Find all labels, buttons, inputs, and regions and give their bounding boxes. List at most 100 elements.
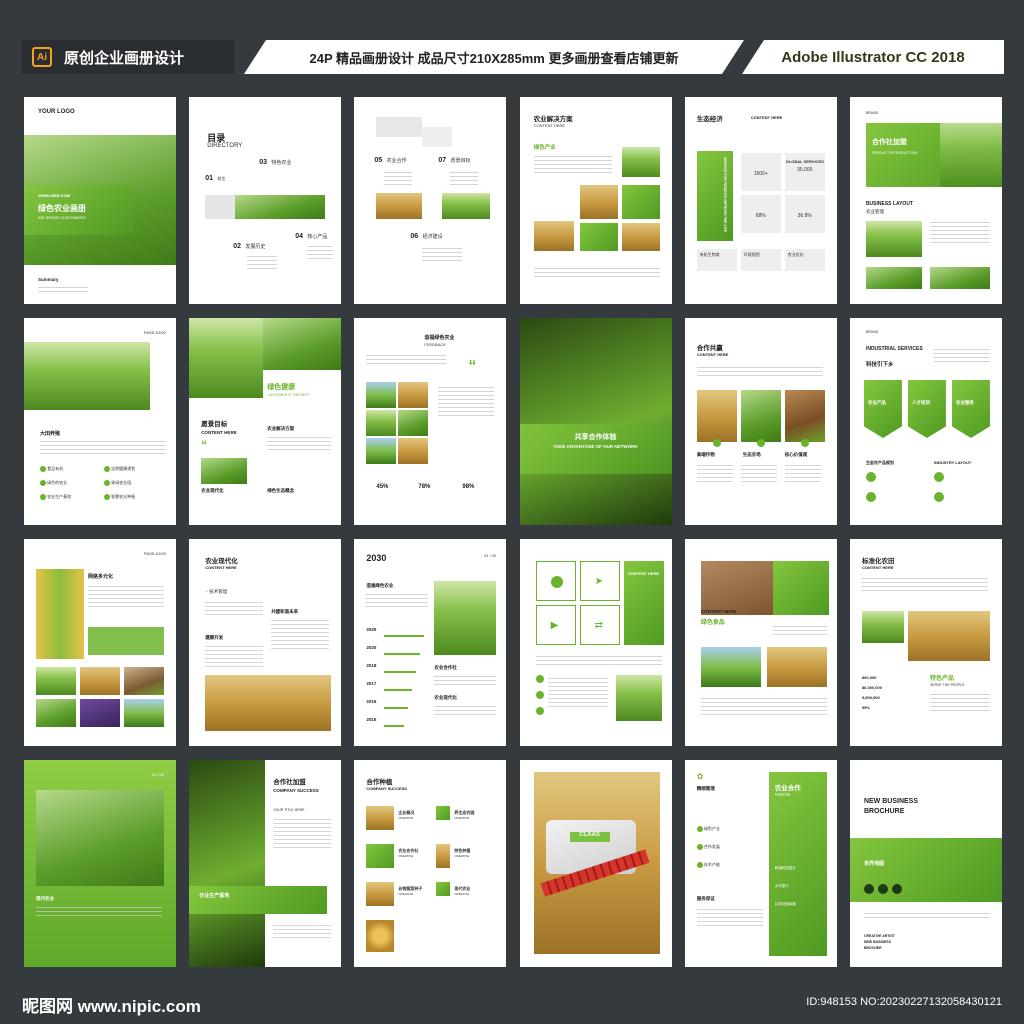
sunset-field-photo (700, 647, 761, 687)
cover-summary: Summary (38, 277, 59, 282)
quote-icon: “ (201, 438, 208, 452)
left-title: 原创企业画册设计 (64, 49, 185, 67)
timeline-bar (384, 725, 405, 727)
brochure-page: 合作种植 COMPANY SUCCESS 企业概况 CREATIVE 养生态农园 C… (354, 760, 507, 967)
leaf-icon (40, 480, 46, 486)
item-label: 发展历史 (245, 244, 266, 250)
grapes-photo (80, 699, 120, 727)
photo (366, 882, 395, 906)
page-subtitle: CONTENT HERE (205, 565, 237, 570)
brochure-page: 绿色健康 CUSTOMER IS THE BEST 愿景目标 CONTENT H… (189, 318, 342, 525)
side-text: SERVICE FOR PATIENTS IMPROVE THE LIFE (722, 157, 727, 233)
icon-tile (436, 882, 451, 896)
service-item: 现代农业 CREATIVE (454, 886, 470, 896)
leaf-icon (104, 494, 110, 500)
photo (436, 844, 451, 868)
item-label: 愿景目标 (450, 158, 471, 164)
section-title: INDUSTRY LAYOUT (933, 460, 972, 465)
photo (696, 390, 737, 442)
brochure-page: NEW BUSINESS BROCHURE 世界地图 CREATIVE ARTI… (849, 760, 1002, 967)
list-item: 合作发展 (696, 844, 720, 850)
directory-item[interactable]: 06 经济建设 (410, 233, 442, 240)
brochure-page: PAGE-01/02 网络多元化 (24, 539, 176, 746)
photo (398, 438, 429, 464)
green-tile (621, 185, 660, 219)
directory-photo (235, 195, 326, 219)
photo (124, 699, 164, 727)
page-title: 农业合作 (774, 785, 801, 792)
timeline-row: 2025 (366, 627, 376, 633)
photo (189, 318, 264, 398)
list-item-label: 技术产能 (703, 862, 720, 868)
map-band (849, 838, 1002, 902)
item-number: 07 (438, 157, 447, 164)
social-icon (891, 884, 902, 894)
middle-title: 24P 精品画册设计 成品尺寸210X285mm 更多画册查看店铺更新 (244, 40, 744, 74)
page-title-cn: 科技引下乡 (865, 362, 894, 368)
timeline-year: 2016 (366, 699, 377, 704)
back-title-1: NEW BUSINESS (863, 798, 918, 805)
circle-icon (696, 862, 703, 868)
section-subtitle: YOUR TITLE HERE (273, 808, 305, 812)
section-title: 精细管理 (696, 786, 715, 791)
harvester-brand: CLAAS (569, 832, 610, 842)
directory-item[interactable]: 02 发展历史 (233, 243, 265, 250)
icon-box (535, 561, 576, 601)
page-number: 01 / 02 (484, 553, 497, 558)
page-subtitle: TAKE ADVANTAGE OF OUR NETWORK (553, 444, 638, 449)
leaf-icon: ✿ (696, 772, 704, 781)
service-item-title: 谷物蔬菜种子 (398, 886, 423, 891)
quote-icon: “ (468, 358, 477, 375)
page-subtitle: CONTENT HERE (696, 352, 729, 357)
tractor-photo (766, 647, 827, 687)
service-item: 养生态农园 CREATIVE (454, 810, 474, 820)
globe-icon (550, 576, 563, 588)
brochure-page: 农业现代化 CONTENT HERE + 技术管理 健康开发 共建和谐未来 (189, 539, 342, 746)
social-icon (877, 884, 888, 894)
circle-icon (696, 844, 703, 850)
leaf-icon (104, 466, 110, 472)
list-item-label: 绿色产业 (703, 826, 720, 832)
page-title: 农业现代化 (205, 558, 238, 565)
stat-card: 36.8% (784, 195, 825, 233)
timeline-bar (384, 635, 425, 637)
page-title: 生态经济 (696, 116, 723, 123)
directory-item[interactable]: 07 愿景目标 (438, 157, 470, 164)
page-title: 合作共赢 (696, 345, 723, 352)
illustrator-icon: Ai (32, 47, 52, 67)
sprout-photo (519, 318, 672, 525)
directory-title-en: DIRECTORY (207, 143, 243, 149)
section-title: 愿景目标 (201, 421, 228, 428)
service-item: 企业概况 CREATIVE (398, 810, 414, 820)
list-item-label: 自然健康规划 (111, 466, 136, 472)
directory-item[interactable]: 05 农业合作 (374, 157, 406, 164)
service-item: 特色种植 CREATIVE (454, 848, 470, 858)
page-subtitle: PRODUCT INTRODUCTION (871, 151, 917, 155)
page-title: 绿色食品 (700, 620, 725, 626)
plane-icon: ➤ (594, 576, 603, 587)
watermark-id: ID:948153 NO:20230227132058430121 (806, 996, 1002, 1008)
circle-icon (696, 826, 703, 832)
service-item-tag: CREATIVE (398, 892, 414, 896)
directory-item[interactable]: 01 前言 (205, 175, 225, 182)
section-title: 特色产品 (929, 676, 954, 682)
icon-box: ▶ (535, 605, 576, 645)
list-item-label: 智慧农业种植 (111, 494, 136, 500)
green-block (772, 561, 829, 615)
stat-value: 68% (755, 213, 766, 219)
item-label: 农业合作 (386, 158, 407, 164)
directory-item[interactable]: 03 特色农业 (259, 159, 291, 166)
arrow-card-label: 农业服务 (955, 400, 974, 405)
directory-item[interactable]: 04 核心产品 (295, 233, 327, 240)
photo (533, 221, 574, 251)
photo (36, 667, 76, 695)
stat-value: 800,000 (861, 675, 877, 680)
service-item: 谷物蔬菜种子 CREATIVE (398, 886, 422, 896)
section-title: 现代农业 (36, 896, 54, 901)
list-item: 农业生产基地 (40, 494, 71, 500)
brochure-page: 生态经济 CONTENT HERE SERVICE FOR PATIENTS I… (684, 97, 837, 304)
brochure-page-grid: YOUR LOGO WWW.WEB.COM 绿色农业画册 WE SERVE CU… (24, 97, 1002, 967)
brochure-page: YOUR LOGO WWW.WEB.COM 绿色农业画册 WE SERVE CU… (24, 97, 176, 304)
header-photo (939, 123, 1002, 187)
section-title: 生态农产品规划 (865, 460, 894, 465)
